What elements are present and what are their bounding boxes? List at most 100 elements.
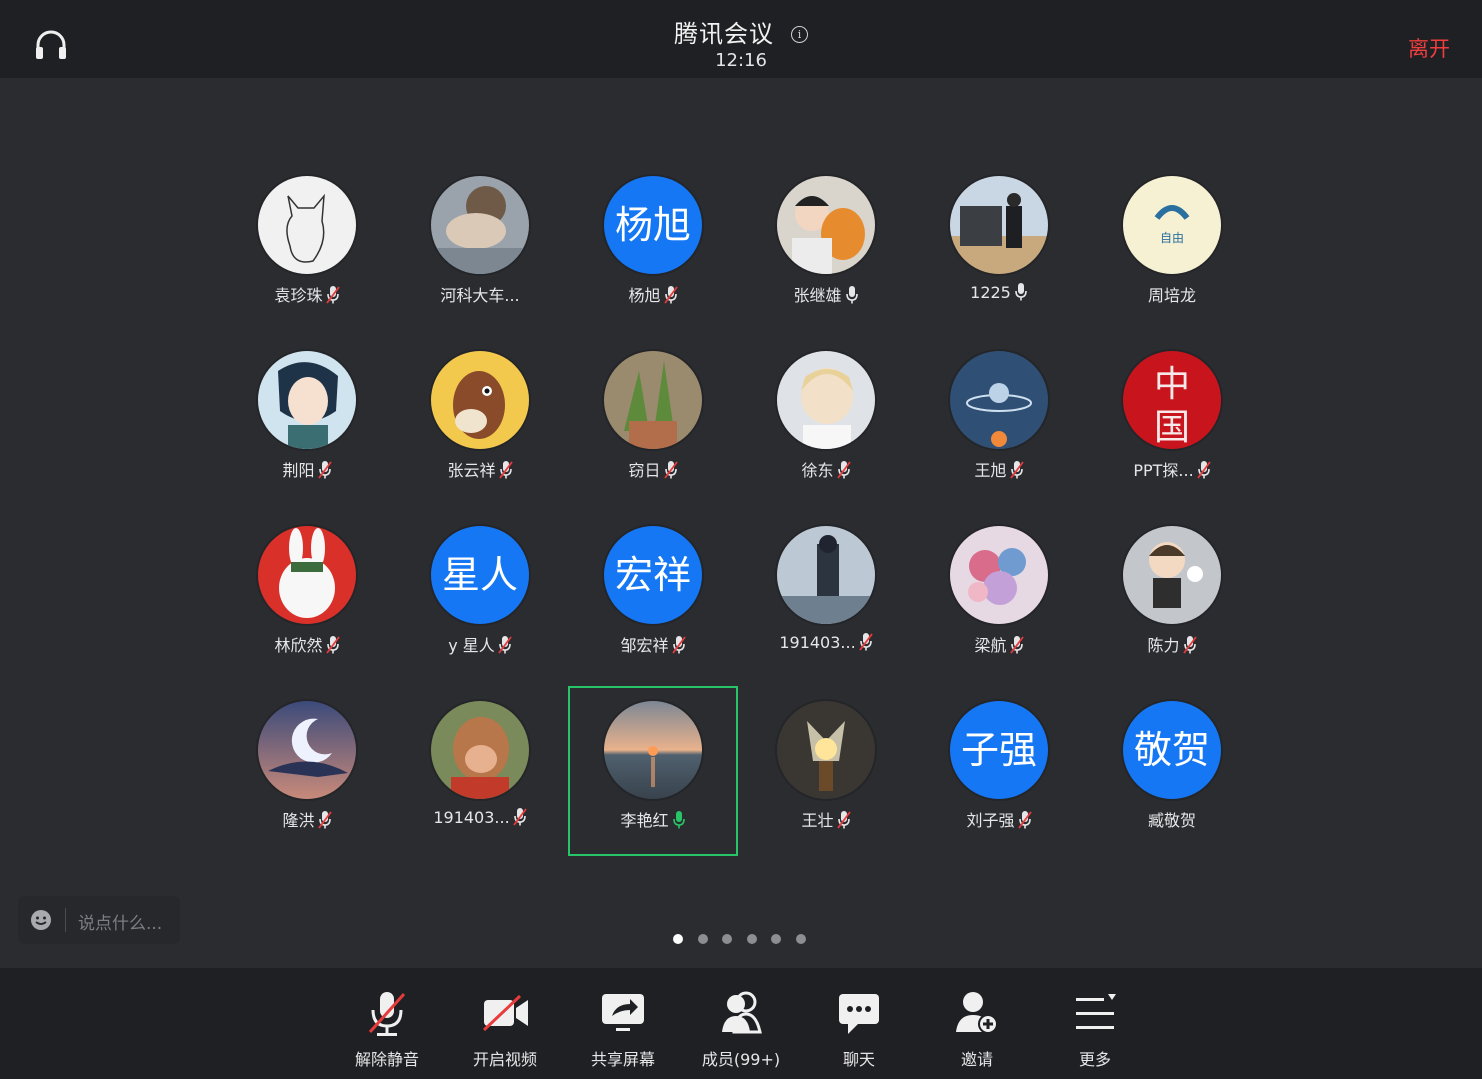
participant-name: 杨旭 [628,286,661,305]
participant-name: 1225 [970,283,1011,302]
participant-name: 荆阳 [282,461,315,480]
participant-tile[interactable]: 中国 PPT探... [1087,343,1257,513]
svg-text:国: 国 [1154,407,1190,448]
mic-muted-icon [1009,460,1024,480]
video-off-icon [482,994,528,1032]
unmute-button[interactable]: 解除静音 [328,968,446,1079]
mic-muted-icon [317,810,332,830]
mic-muted-icon [512,807,527,827]
participant-tile[interactable]: 徐东 [741,343,911,513]
participant-avatar [777,701,875,799]
video-button[interactable]: 开启视频 [446,968,564,1079]
share-button[interactable]: 共享屏幕 [564,968,682,1079]
participant-avatar: 中国 [1123,351,1221,449]
participant-name: 陈力 [1147,636,1180,655]
participant-tile[interactable]: 191403... [395,693,565,863]
participant-tile[interactable]: 梁航 [914,518,1084,688]
participant-name: 林欣然 [274,636,323,655]
participant-tile[interactable]: 王壮 [741,693,911,863]
mic-muted-icon [1182,635,1197,655]
participant-name-row: 李艳红 [568,807,738,831]
participant-name-row: 河科大车... [395,282,565,306]
participant-avatar [777,176,875,274]
participant-tile[interactable]: 河科大车... [395,168,565,338]
participant-tile[interactable]: 李艳红 [568,686,738,856]
more-button[interactable]: 更多 [1036,968,1154,1079]
invite-button[interactable]: 邀请 [918,968,1036,1079]
page-dot[interactable] [722,934,732,944]
participant-tile[interactable]: 窃日 [568,343,738,513]
participant-tile[interactable]: 191403... [741,518,911,688]
participant-tile[interactable]: 子强 刘子强 [914,693,1084,863]
mic-muted-icon [1017,810,1032,830]
info-icon[interactable]: i [791,26,809,43]
participant-avatar [950,351,1048,449]
share-screen-icon [602,994,644,1031]
participant-tile[interactable]: 荆阳 [222,343,392,513]
participant-name: 徐东 [801,461,834,480]
more-label: 更多 [1078,1050,1111,1069]
leave-button[interactable]: 离开 [1408,33,1450,63]
video-label: 开启视频 [472,1050,537,1069]
participant-avatar [258,351,356,449]
mic-muted-icon [663,285,678,305]
chat-icon [839,994,879,1034]
page-dot[interactable] [746,934,757,944]
mic-muted-icon [325,285,340,305]
participant-tile[interactable]: 王旭 [914,343,1084,513]
participant-name-row: 张继雄 [741,282,911,306]
top-bar: 腾讯会议 i 12:16 离开 [0,0,1482,78]
chat-quick-input[interactable]: 说点什么... [18,896,180,944]
participant-name-row: 袁珍珠 [222,282,392,306]
participant-tile[interactable]: 自由 周培龙 [1087,168,1257,338]
chat-label: 聊天 [842,1050,875,1069]
participant-name-row: 191403... [741,632,911,652]
participant-name: y 星人 [448,636,495,655]
emoji-icon[interactable] [30,909,52,931]
mic-muted-icon [1196,460,1211,480]
participant-tile[interactable]: 星人 y 星人 [395,518,565,688]
unmute-label: 解除静音 [354,1050,419,1069]
participant-tile[interactable]: 袁珍珠 [222,168,392,338]
page-dot[interactable] [795,934,806,944]
bottom-toolbar: 解除静音 开启视频 共享屏幕 成员(99+) 聊天 邀请 更多 [0,968,1482,1079]
participant-avatar [431,176,529,274]
participant-tile[interactable]: 隆洪 [222,693,392,863]
page-dot[interactable] [673,934,683,944]
mic-muted-icon [498,635,512,655]
participant-avatar: 宏祥 [604,526,702,624]
page-dot[interactable] [771,934,781,944]
participant-tile[interactable]: 1225 [914,168,1084,338]
chat-divider [65,908,66,932]
participant-tile[interactable]: 宏祥邹宏祥 [568,518,738,688]
meeting-title-group[interactable]: 腾讯会议 i [0,14,1482,49]
participant-tile[interactable]: 陈力 [1087,518,1257,688]
mic-muted-icon [317,460,332,480]
participant-avatar: 敬贺 [1123,701,1221,799]
participant-avatar [777,526,875,624]
chat-button[interactable]: 聊天 [800,968,918,1079]
participant-avatar: 杨旭 [604,176,702,274]
participant-avatar [950,526,1048,624]
participant-name: 河科大车... [440,286,520,305]
participant-avatar [950,176,1048,274]
participant-tile[interactable]: 张云祥 [395,343,565,513]
participant-name: PPT探... [1133,461,1194,480]
participant-tile[interactable]: 林欣然 [222,518,392,688]
participant-name: 臧敬贺 [1147,811,1196,830]
mic-muted-icon [836,810,851,830]
svg-text:中: 中 [1154,364,1190,405]
participant-tile[interactable]: 敬贺 臧敬贺 [1087,693,1257,863]
participant-name: 王旭 [974,461,1007,480]
participant-tile[interactable]: 张继雄 [741,168,911,338]
participant-name: 邹宏祥 [620,636,669,655]
page-dot[interactable] [697,934,708,944]
participant-name: 191403... [433,808,510,827]
participant-name-row: 周培龙 [1087,282,1257,306]
participant-name-row: 杨旭 [568,282,738,306]
members-button[interactable]: 成员(99+) [682,968,800,1079]
participant-name: 张继雄 [793,286,842,305]
share-label: 共享屏幕 [590,1050,655,1069]
participant-tile[interactable]: 杨旭 杨旭 [568,168,738,338]
participant-name-row: 王旭 [914,457,1084,481]
